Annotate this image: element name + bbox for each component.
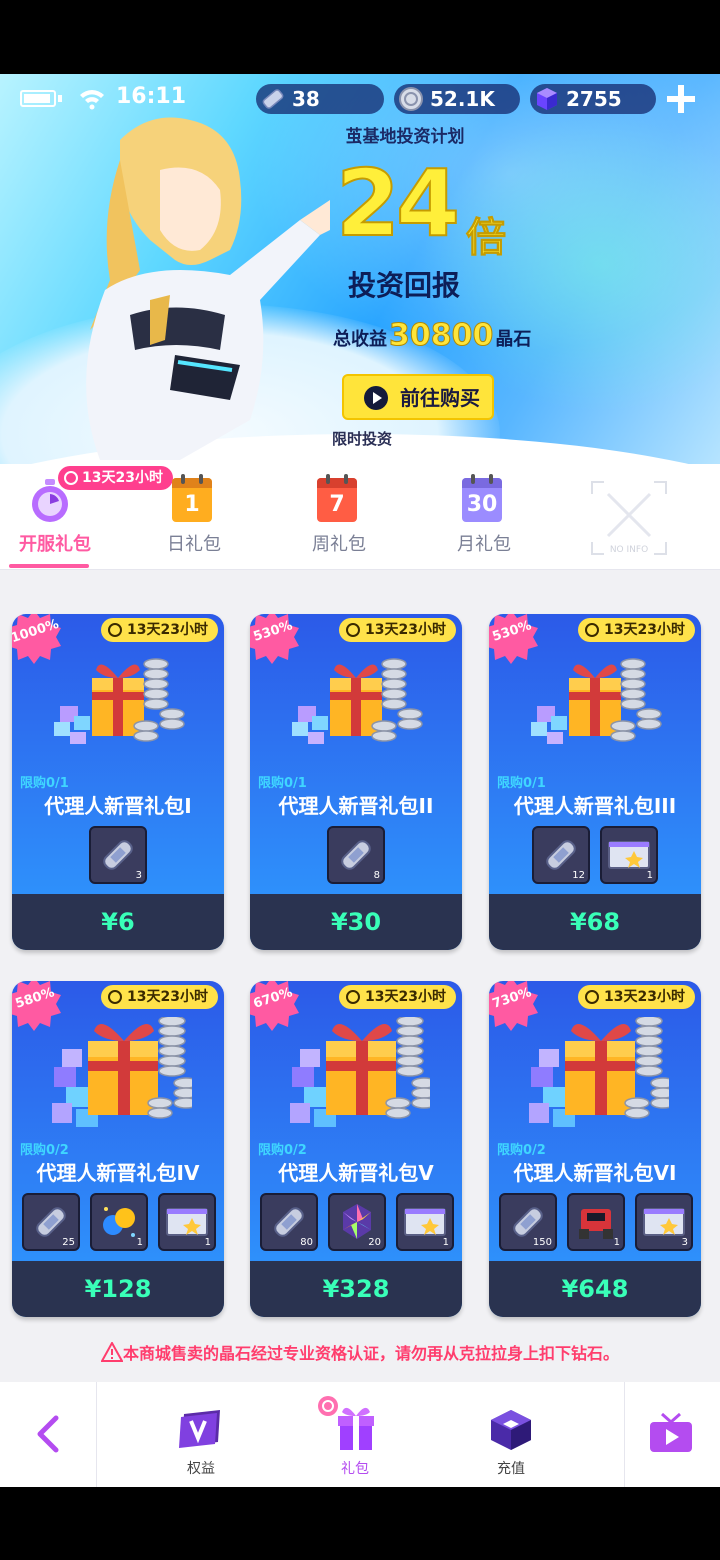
product-card[interactable]: 1000% 13天23小时 限购0/1 代理人新晋礼包I 3 ¥6 bbox=[12, 614, 224, 950]
currency-coin[interactable]: 52.1K bbox=[394, 84, 520, 114]
purchase-limit: 限购0/1 bbox=[497, 776, 546, 791]
warning-icon bbox=[100, 1340, 124, 1362]
product-card[interactable]: 580% 13天23小时 限购0/2 代理人新晋礼包IV 25 1 1 ¥128 bbox=[12, 981, 224, 1317]
gift-icon bbox=[318, 1396, 374, 1450]
go-purchase-button[interactable]: 前往购买 bbox=[342, 374, 494, 420]
reward-item[interactable]: 20 bbox=[328, 1193, 386, 1251]
gift-box-illustration bbox=[54, 658, 185, 744]
price-button[interactable]: ¥648 bbox=[489, 1261, 701, 1317]
nav-video[interactable] bbox=[624, 1382, 720, 1487]
product-name: 代理人新晋礼包IV bbox=[36, 1161, 200, 1185]
top-black-bar bbox=[0, 0, 720, 74]
product-name: 代理人新晋礼包III bbox=[513, 794, 677, 818]
purchase-limit: 限购0/1 bbox=[20, 776, 69, 791]
tab-weekly-pack[interactable]: 7 周礼包 bbox=[284, 464, 394, 568]
card-timer: 13天23小时 bbox=[339, 985, 456, 1009]
product-card[interactable]: 530% 13天23小时 限购0/1 代理人新晋礼包III 12 1 ¥68 bbox=[489, 614, 701, 950]
gift-box-illustration bbox=[52, 1017, 192, 1127]
bottom-black-bar bbox=[0, 1487, 720, 1560]
product-name: 代理人新晋礼包I bbox=[44, 794, 192, 818]
reward-item[interactable]: 12 bbox=[532, 826, 590, 884]
calendar-icon: 1 bbox=[172, 474, 212, 522]
calendar-icon: 7 bbox=[317, 474, 357, 522]
reward-item[interactable]: 1 bbox=[567, 1193, 625, 1251]
price-button[interactable]: ¥6 bbox=[12, 894, 224, 950]
reward-item[interactable]: 1 bbox=[396, 1193, 454, 1251]
product-card[interactable]: 670% 13天23小时 限购0/2 代理人新晋礼包V 80 20 1 ¥328 bbox=[250, 981, 462, 1317]
purchase-limit: 限购0/2 bbox=[258, 1143, 307, 1158]
price-button[interactable]: ¥328 bbox=[250, 1261, 462, 1317]
promo-limited-label: 限时投资 bbox=[332, 430, 393, 448]
disclaimer: 本商城售卖的晶石经过专业资格认证，请勿再从克拉拉身上扣下钻石。 bbox=[0, 1340, 720, 1364]
coin-icon bbox=[399, 87, 423, 111]
product-card[interactable]: 730% 13天23小时 限购0/2 代理人新晋礼包VI 150 1 3 ¥64… bbox=[489, 981, 701, 1317]
calendar-icon: 30 bbox=[462, 474, 502, 522]
no-info-placeholder-icon: NO INFO bbox=[591, 481, 667, 555]
product-name: 代理人新晋礼包VI bbox=[513, 1161, 677, 1185]
card-timer: 13天23小时 bbox=[101, 985, 218, 1009]
bottom-nav: 权益 礼包 充值 bbox=[0, 1382, 720, 1487]
promo-multiplier: 24 bbox=[335, 149, 461, 258]
cube-crystal-icon bbox=[537, 88, 557, 110]
reward-item[interactable]: 1 bbox=[600, 826, 658, 884]
vip-icon bbox=[179, 1410, 220, 1448]
promo-subtitle: 投资回报 bbox=[348, 269, 461, 302]
nav-gift-pack[interactable]: 礼包 bbox=[300, 1382, 410, 1487]
gift-box-illustration bbox=[292, 658, 423, 744]
reward-item[interactable]: 3 bbox=[635, 1193, 693, 1251]
promo-multiplier-unit: 倍 bbox=[466, 215, 507, 262]
product-card[interactable]: 530% 13天23小时 限购0/1 代理人新晋礼包II 8 ¥30 bbox=[250, 614, 462, 950]
promo-total: 总收益30800 晶石 bbox=[333, 318, 532, 354]
currency-crystal[interactable]: 2755 bbox=[530, 84, 656, 114]
purchase-limit: 限购0/2 bbox=[497, 1143, 546, 1158]
product-name: 代理人新晋礼包V bbox=[278, 1161, 434, 1185]
card-timer: 13天23小时 bbox=[578, 985, 695, 1009]
tv-icon bbox=[650, 1412, 692, 1452]
purchase-limit: 限购0/1 bbox=[258, 776, 307, 791]
reward-item[interactable]: 3 bbox=[89, 826, 147, 884]
reward-item[interactable]: 150 bbox=[499, 1193, 557, 1251]
reward-item[interactable]: 1 bbox=[90, 1193, 148, 1251]
card-timer: 13天23小时 bbox=[101, 618, 218, 642]
play-icon bbox=[364, 386, 388, 410]
reward-item[interactable]: 8 bbox=[327, 826, 385, 884]
back-button[interactable] bbox=[0, 1382, 96, 1487]
reward-item[interactable]: 80 bbox=[260, 1193, 318, 1251]
gift-box-illustration bbox=[531, 658, 662, 744]
add-currency-button[interactable] bbox=[664, 82, 698, 116]
nav-recharge[interactable]: 充值 bbox=[456, 1382, 566, 1487]
gift-box-illustration bbox=[529, 1017, 669, 1127]
recharge-cube-icon bbox=[491, 1410, 531, 1450]
price-button[interactable]: ¥68 bbox=[489, 894, 701, 950]
svg-text:NO INFO: NO INFO bbox=[610, 545, 648, 555]
price-button[interactable]: ¥30 bbox=[250, 894, 462, 950]
active-tab-indicator bbox=[9, 564, 89, 568]
nav-benefits[interactable]: 权益 bbox=[146, 1382, 256, 1487]
back-arrow-icon bbox=[37, 1415, 59, 1453]
price-button[interactable]: ¥128 bbox=[12, 1261, 224, 1317]
card-timer: 13天23小时 bbox=[339, 618, 456, 642]
tab-daily-pack[interactable]: 1 日礼包 bbox=[139, 464, 249, 568]
character-illustration bbox=[86, 117, 330, 460]
promo-title: 茧基地投资计划 bbox=[345, 127, 465, 147]
reward-item[interactable]: 25 bbox=[22, 1193, 80, 1251]
product-name: 代理人新晋礼包II bbox=[278, 794, 434, 818]
tab-monthly-pack[interactable]: 30 月礼包 bbox=[429, 464, 539, 568]
purchase-limit: 限购0/2 bbox=[20, 1143, 69, 1158]
card-timer: 13天23小时 bbox=[578, 618, 695, 642]
reward-item[interactable]: 1 bbox=[158, 1193, 216, 1251]
gift-box-illustration bbox=[290, 1017, 430, 1127]
